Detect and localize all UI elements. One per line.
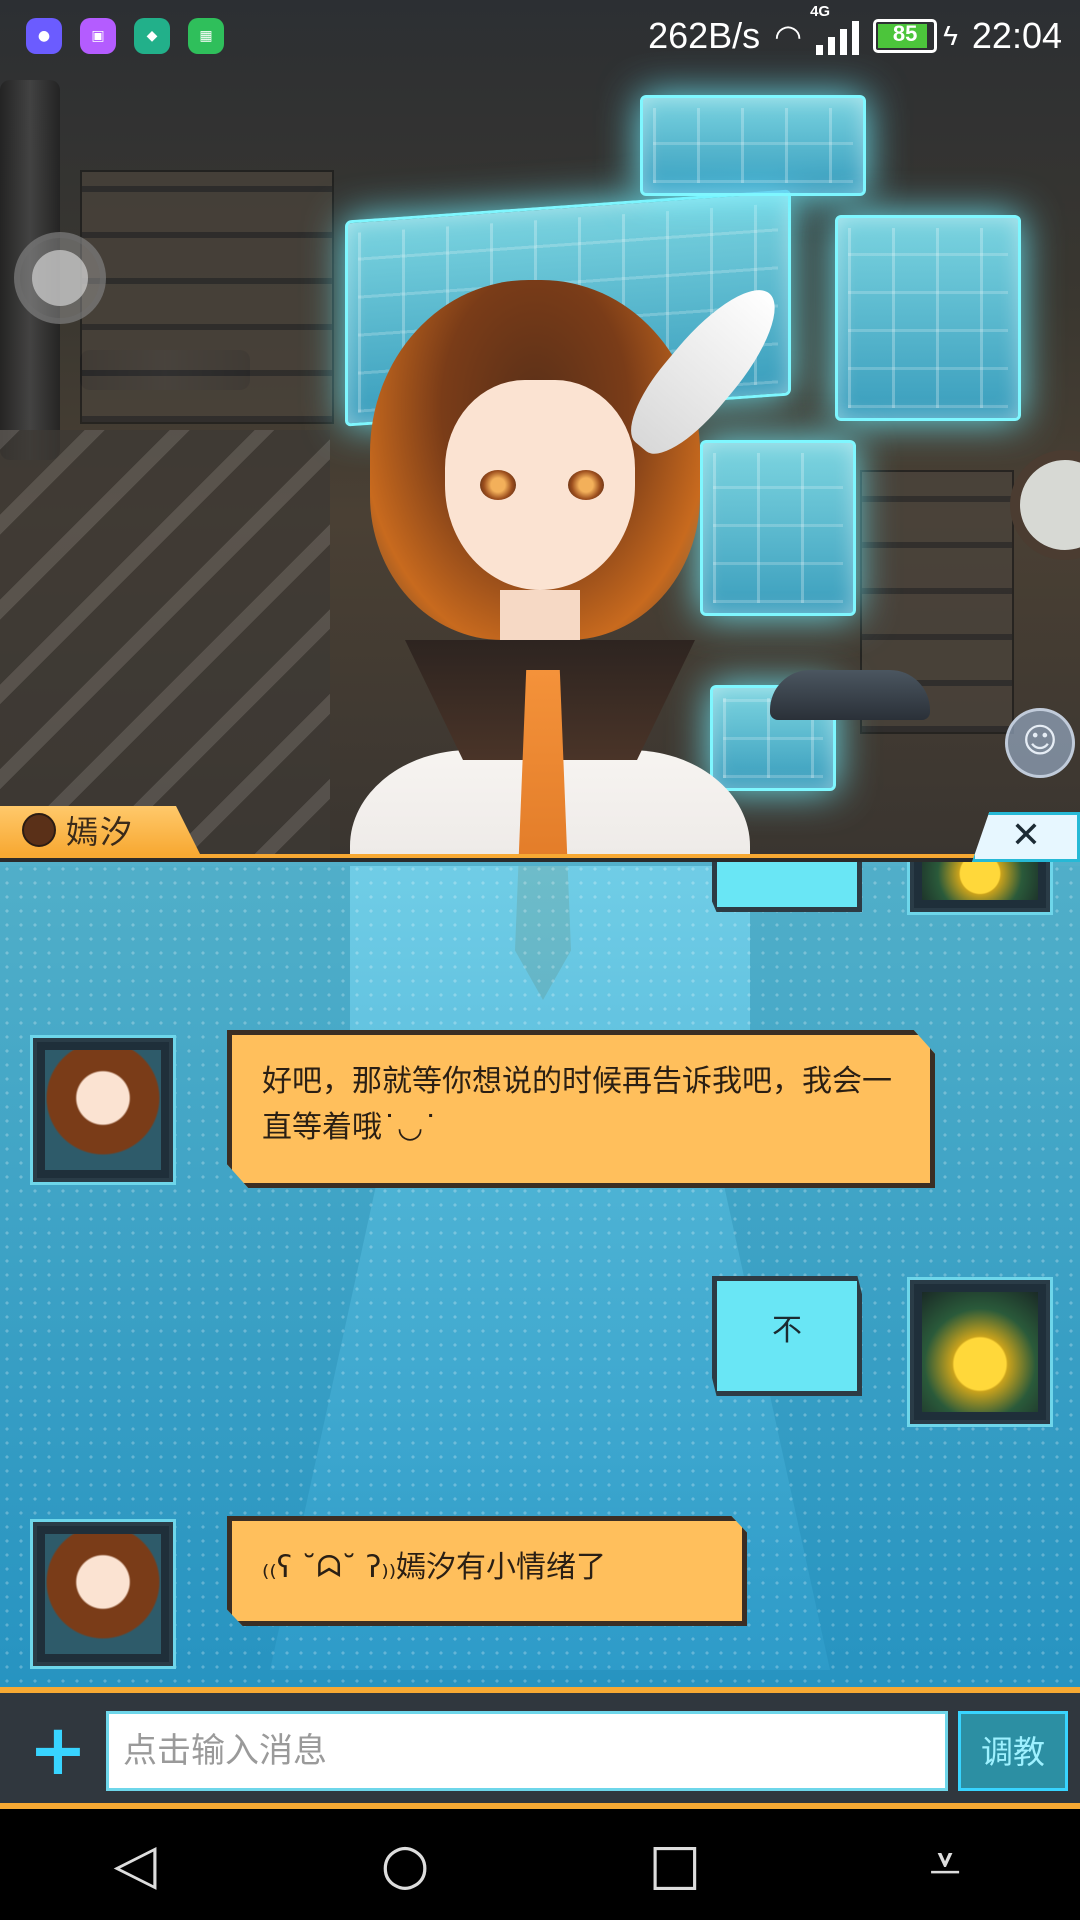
image-icon: ▣ (80, 18, 116, 54)
shelf-decoration (80, 170, 334, 424)
charging-icon: ϟ (943, 20, 958, 51)
navigation-bar: ◁ ○ □ ⩡ (0, 1809, 1080, 1920)
recent-apps-icon[interactable]: □ (635, 1825, 715, 1905)
input-bar: + 调教 (0, 1687, 1080, 1809)
character-eye (568, 470, 604, 500)
clock-time: 22:04 (971, 15, 1062, 56)
clock-decoration (1010, 450, 1080, 560)
user-avatar[interactable] (910, 1280, 1050, 1424)
character-face (445, 380, 635, 590)
battery-level: 85 (892, 21, 918, 46)
user-avatar[interactable] (910, 862, 1050, 912)
status-bar: ● ▣ ◆ ▦ 262B/s ◠ 4G 85 ϟ 22:04 (0, 0, 1080, 72)
plus-button[interactable]: + (18, 1715, 98, 1787)
bot-avatar[interactable] (33, 1522, 173, 1666)
train-button[interactable]: 调教 (958, 1711, 1068, 1791)
app-icon: ● (26, 18, 62, 54)
battery-icon: 85 (873, 19, 938, 53)
close-button[interactable]: ✕ (972, 812, 1080, 862)
notification-pull-icon[interactable]: ⩡ (905, 1825, 985, 1905)
bot-avatar-image (45, 1050, 161, 1170)
user-message-bubble-partial (712, 862, 862, 912)
floating-assistive-ball[interactable] (14, 232, 106, 324)
bot-avatar-icon (22, 813, 56, 847)
stairs-decoration (0, 430, 330, 860)
chat-panel[interactable]: 好吧，那就等你想说的时候再告诉我吧，我会一直等着哦˙◡˙ 不 ₍₍ʕ ˘ᗣ˘ ʔ… (0, 862, 1080, 1687)
bot-avatar-image (45, 1534, 161, 1654)
home-icon[interactable]: ○ (365, 1825, 445, 1905)
back-icon[interactable]: ◁ (95, 1825, 175, 1905)
user-avatar-image (922, 862, 1038, 900)
bot-message-bubble: ₍₍ʕ ˘ᗣ˘ ʔ₎₎嫣汐有小情绪了 (227, 1516, 747, 1626)
grid-icon: ▦ (188, 18, 224, 54)
user-avatar-image (922, 1292, 1038, 1412)
bot-name-tab: 嫣汐 (0, 806, 200, 854)
notification-icons: ● ▣ ◆ ▦ (26, 18, 224, 54)
wifi-icon: ◠ (774, 18, 803, 54)
hologram-screen (640, 95, 866, 196)
user-message-bubble: 不 (712, 1276, 862, 1396)
net-speed: 262B/s (648, 15, 761, 56)
chat-header: 嫣汐 ✕ (0, 806, 1080, 866)
character-eye (480, 470, 516, 500)
bot-message-bubble: 好吧，那就等你想说的时候再告诉我吧，我会一直等着哦˙◡˙ (227, 1030, 935, 1188)
hologram-screen (835, 215, 1021, 421)
bot-name: 嫣汐 (66, 813, 135, 851)
network-type: 4G (810, 3, 831, 20)
app-icon: ◆ (134, 18, 170, 54)
floating-smiley-icon[interactable]: ☺ (1005, 708, 1075, 778)
message-input[interactable] (106, 1711, 948, 1791)
bot-avatar[interactable] (33, 1038, 173, 1182)
signal-icon: 4G (810, 3, 860, 55)
lamp-decoration (770, 670, 930, 720)
